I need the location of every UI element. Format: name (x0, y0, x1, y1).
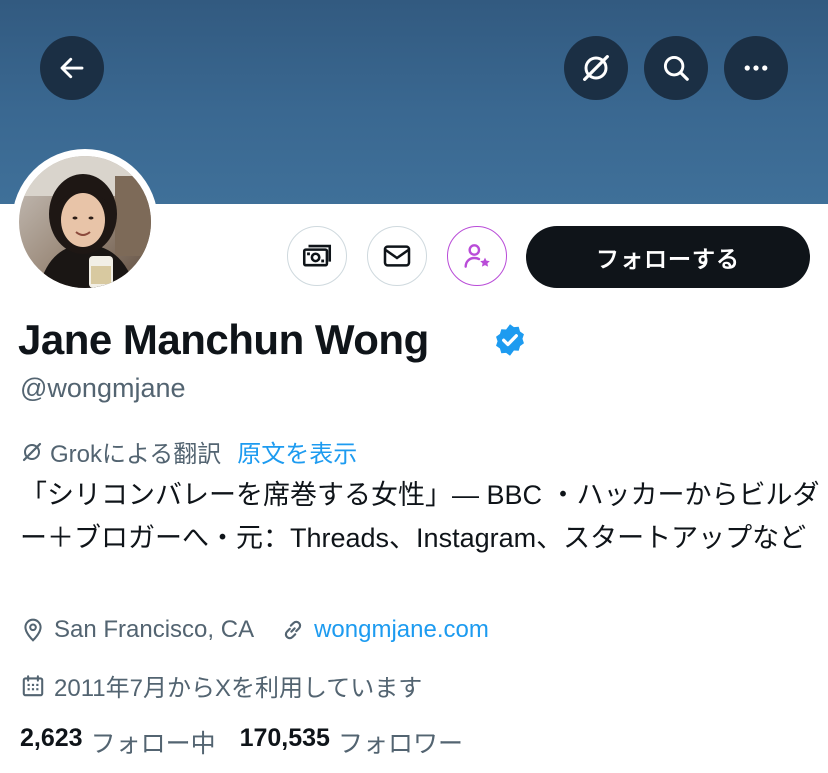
profile-handle: @wongmjane (20, 373, 186, 403)
message-button[interactable] (367, 226, 427, 286)
more-icon (744, 65, 768, 71)
grok-icon (583, 55, 609, 81)
location-icon (20, 617, 46, 643)
following-label: フォロー中 (90, 730, 216, 758)
profile-name: Jane Manchun Wong (18, 316, 429, 363)
arrow-left-icon (60, 57, 84, 79)
grok-button[interactable] (564, 36, 628, 100)
followers-count: 170,535 (239, 724, 330, 752)
profile-stats: 2,623 フォロー中 170,535 フォロワー (20, 724, 463, 760)
money-icon (302, 244, 332, 267)
more-button[interactable] (724, 36, 788, 100)
search-icon (663, 55, 689, 81)
avatar[interactable] (19, 156, 151, 288)
location-text: San Francisco, CA (54, 616, 255, 643)
following-count: 2,623 (20, 724, 83, 752)
translation-row: Grokによる翻訳 原文を表示 (20, 434, 357, 469)
back-button[interactable] (40, 36, 104, 100)
search-button[interactable] (644, 36, 708, 100)
verified-badge-icon (496, 324, 524, 356)
subscription-button[interactable] (447, 226, 507, 286)
show-original-link[interactable]: 原文を表示 (237, 434, 357, 469)
joined-row: 2011年7月からXを利用しています (20, 668, 422, 703)
profile-meta: San Francisco, CA wongmjane.com (20, 616, 489, 644)
follow-button[interactable]: フォローする (526, 226, 810, 288)
following-stat[interactable]: 2,623 フォロー中 (20, 724, 216, 760)
subscribe-button[interactable] (287, 226, 347, 286)
joined-text: 2011年7月からXを利用しています (54, 675, 423, 702)
followers-stat[interactable]: 170,535 フォロワー (240, 724, 463, 760)
profile-bio: 「シリコンバレーを席巻する女性」— BBC ・ハッカーからビルダー＋ブロガーへ・… (20, 480, 820, 553)
translation-note: Grokによる翻訳 (50, 441, 222, 468)
website-link[interactable]: wongmjane.com (314, 616, 489, 644)
person-star-icon (464, 244, 490, 268)
mail-icon (383, 245, 411, 267)
grok-icon (22, 442, 42, 461)
link-icon (280, 617, 306, 643)
calendar-icon (20, 673, 46, 699)
followers-label: フォロワー (337, 730, 463, 758)
